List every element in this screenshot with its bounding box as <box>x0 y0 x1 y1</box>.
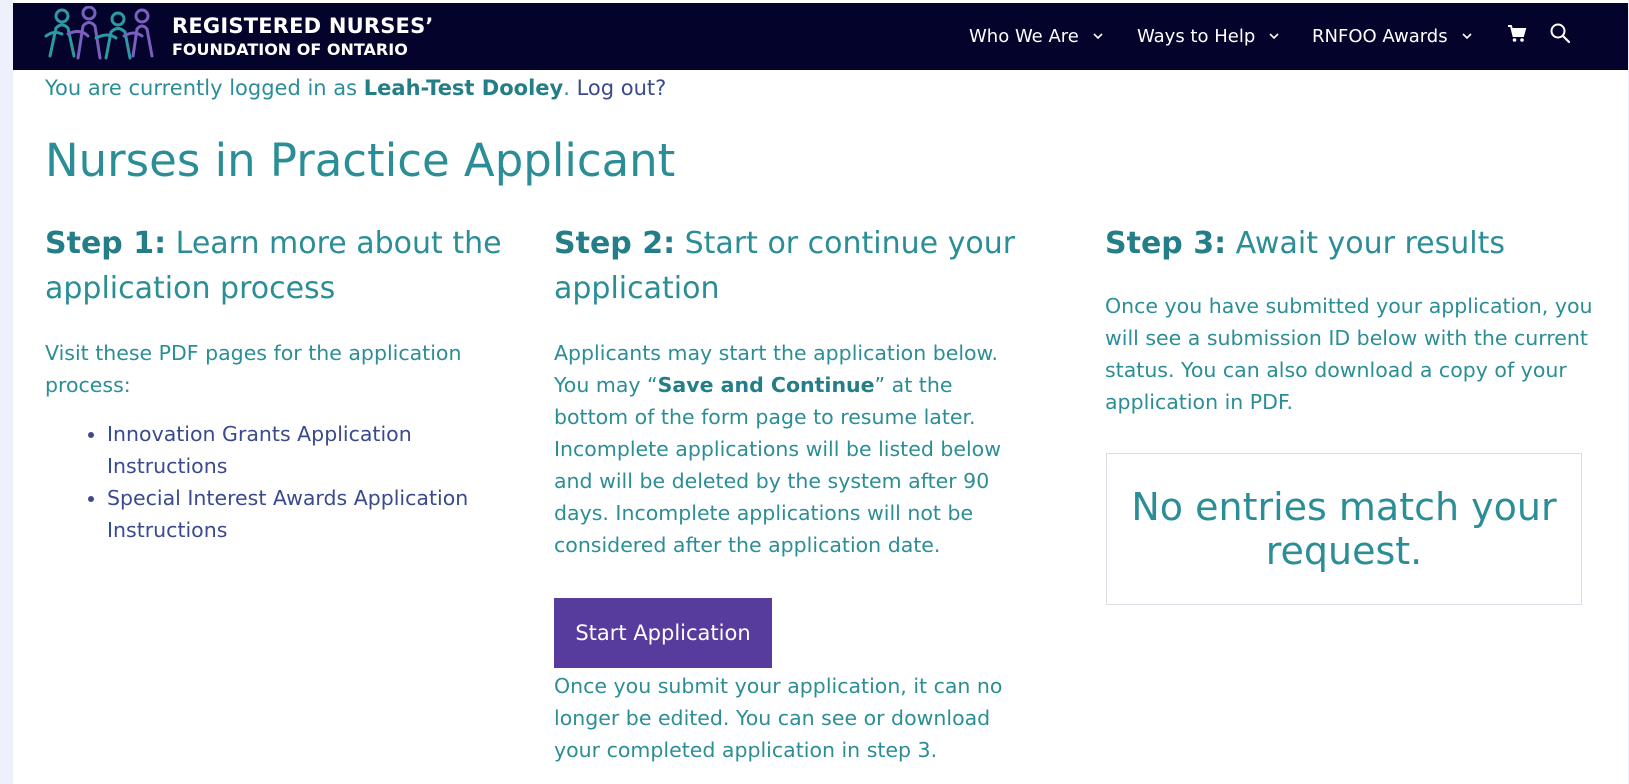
step2-note: Once you submit your application, it can… <box>554 674 1003 762</box>
logged-in-user: Leah-Test Dooley <box>363 76 564 100</box>
login-prefix: You are currently logged in as <box>45 76 364 100</box>
special-interest-awards-link[interactable]: Special Interest Awards Application Inst… <box>107 486 468 542</box>
nav-label: Who We Are <box>969 25 1079 47</box>
chevron-down-icon <box>1462 33 1472 40</box>
nav-who-we-are[interactable]: Who We Are <box>969 23 1105 49</box>
entries-panel: No entries match your request. <box>1106 453 1582 605</box>
chevron-down-icon <box>1269 33 1279 40</box>
step3-heading: Step 3: Await your results <box>1105 221 1605 266</box>
site-header: REGISTERED NURSES’ FOUNDATION OF ONTARIO… <box>13 3 1628 70</box>
step3-heading-text: Await your results <box>1226 226 1505 261</box>
login-status: You are currently logged in as Leah-Test… <box>45 76 666 100</box>
page: REGISTERED NURSES’ FOUNDATION OF ONTARIO… <box>13 0 1628 784</box>
nav-label: RNFOO Awards <box>1312 25 1448 47</box>
list-item: Special Interest Awards Application Inst… <box>107 482 527 546</box>
org-name-line1: REGISTERED NURSES’ <box>172 14 434 38</box>
cart-icon[interactable] <box>1507 24 1527 44</box>
step3-description: Once you have submitted your application… <box>1105 294 1593 414</box>
org-name-line2: FOUNDATION OF ONTARIO <box>172 40 408 59</box>
nav-ways-to-help[interactable]: Ways to Help <box>1137 23 1281 49</box>
empty-message: No entries match your request. <box>1131 485 1557 573</box>
logout-link[interactable]: Log out? <box>577 76 667 100</box>
step2-description: Applicants may start the application bel… <box>554 337 1029 561</box>
search-icon[interactable] <box>1549 22 1571 44</box>
step2-label: Step 2: <box>554 226 676 261</box>
page-title: Nurses in Practice Applicant <box>45 134 676 187</box>
step1-intro: Visit these PDF pages for the applicatio… <box>45 341 462 397</box>
list-item: Innovation Grants Application Instructio… <box>107 418 527 482</box>
step2-text-after: ” at the bottom of the form page to resu… <box>554 373 1001 557</box>
step3-label: Step 3: <box>1105 226 1227 261</box>
step1-label: Step 1: <box>45 226 167 261</box>
step2-heading: Step 2: Start or continue your applicati… <box>554 221 1024 311</box>
chevron-down-icon <box>1093 33 1103 40</box>
logo-icon[interactable] <box>44 6 156 62</box>
login-separator: . <box>563 76 577 100</box>
step1-heading: Step 1: Learn more about the application… <box>45 221 515 311</box>
nav-rnfoo-awards[interactable]: RNFOO Awards <box>1312 23 1474 49</box>
nav-label: Ways to Help <box>1137 25 1256 47</box>
start-application-button[interactable]: Start Application <box>554 598 772 668</box>
instructions-list: Innovation Grants Application Instructio… <box>75 418 527 546</box>
innovation-grants-link[interactable]: Innovation Grants Application Instructio… <box>107 422 412 478</box>
save-and-continue-term: Save and Continue <box>657 373 875 397</box>
